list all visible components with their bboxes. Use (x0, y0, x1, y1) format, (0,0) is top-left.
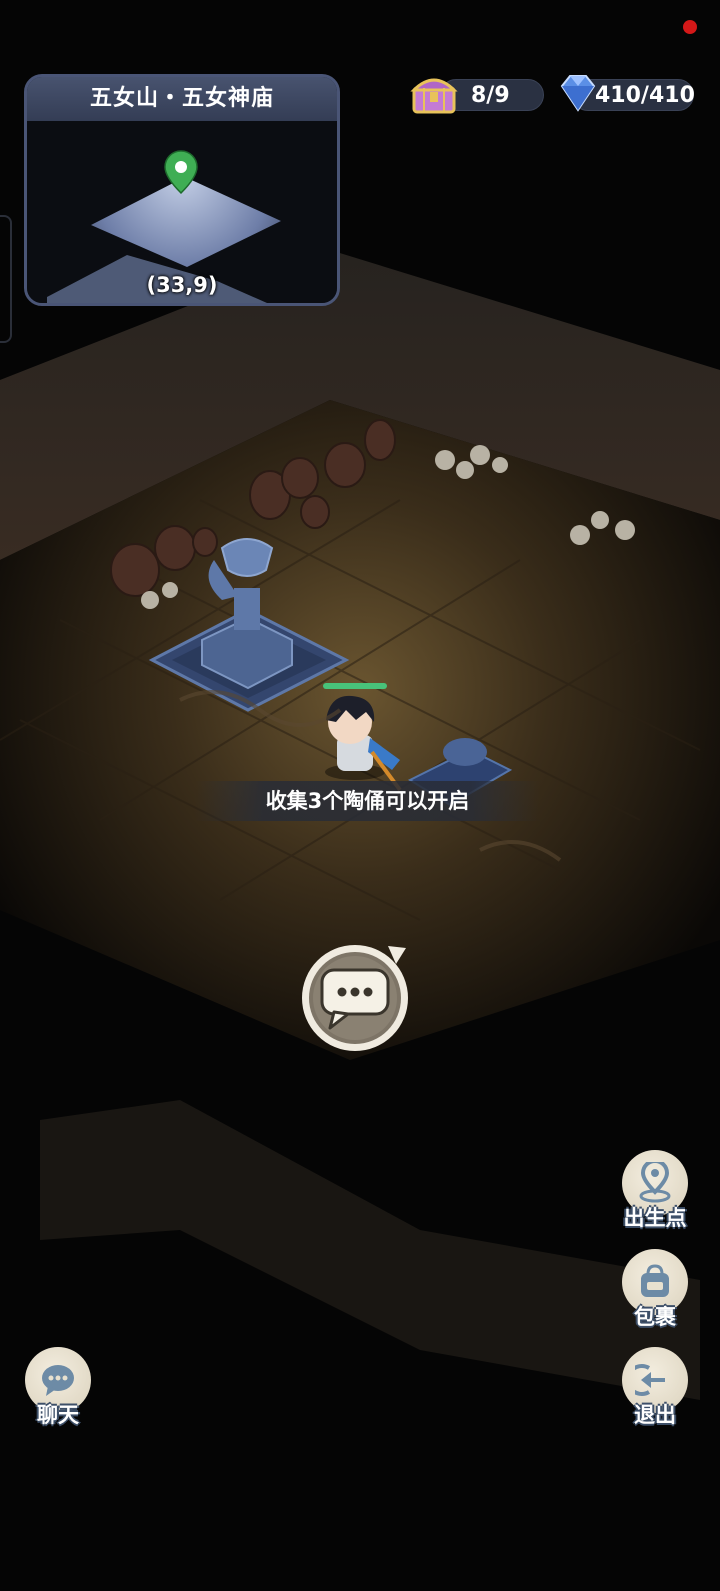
minimap[interactable]: 五女山・五女神庙 (33,9) (24, 74, 340, 306)
bag-button[interactable]: 包裹 (620, 1249, 690, 1331)
backpack-icon (641, 1264, 669, 1297)
energy-value: 410/410 (595, 83, 695, 108)
player-coordinates: (33,9) (146, 273, 218, 297)
side-drawer-tab[interactable] (0, 215, 12, 343)
spawn-point-label: 出生点 (623, 1206, 687, 1230)
hint-banner: 收集3个陶俑可以开启 (195, 781, 540, 821)
chat-bubble-icon (42, 1365, 74, 1396)
spawn-point-button[interactable]: 出生点 (620, 1150, 690, 1232)
treasure-chest-icon (410, 78, 458, 114)
exit-arrow-icon (635, 1364, 665, 1396)
exit-label: 退出 (634, 1403, 676, 1427)
pin-icon (639, 1162, 671, 1203)
health-bar (323, 683, 387, 689)
chat-label: 聊天 (37, 1403, 79, 1427)
chest-count: 8/9 (471, 83, 510, 108)
chat-button[interactable]: 聊天 (23, 1347, 93, 1429)
interact-dialog-button[interactable] (300, 942, 412, 1052)
exit-button[interactable]: 退出 (620, 1347, 690, 1429)
location-title: 五女山・五女神庙 (27, 77, 337, 121)
bag-label: 包裹 (634, 1305, 676, 1329)
notification-dot (683, 20, 697, 34)
blue-gem-icon (560, 75, 596, 112)
